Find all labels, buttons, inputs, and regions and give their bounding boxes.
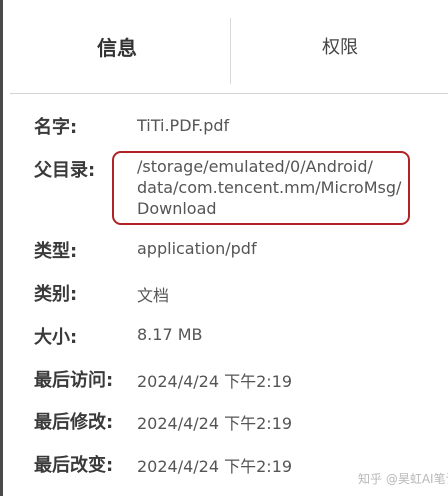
last-modified-value: 2024/4/24 下午2:19 xyxy=(137,414,293,433)
category-label: 类别: xyxy=(34,284,78,305)
tab-divider xyxy=(230,18,231,84)
path-highlight-annotation xyxy=(112,151,410,225)
last-accessed-value: 2024/4/24 下午2:19 xyxy=(137,372,293,391)
watermark-text: 知乎 @昊虹AI笔记 xyxy=(358,472,448,486)
tab-bar: 信息 权限 xyxy=(3,0,448,92)
tab-info[interactable]: 信息 xyxy=(3,0,231,92)
type-value: application/pdf xyxy=(137,239,257,258)
watermark: 知乎 @昊虹AI笔记 xyxy=(358,470,448,487)
last-accessed-label: 最后访问: xyxy=(34,370,114,391)
last-changed-value: 2024/4/24 下午2:19 xyxy=(137,457,293,476)
category-value: 文档 xyxy=(137,286,170,305)
size-label: 大小: xyxy=(34,327,78,348)
header-divider xyxy=(10,93,448,94)
last-changed-label: 最后改变: xyxy=(34,455,114,476)
type-label: 类型: xyxy=(34,241,78,262)
tab-permissions[interactable]: 权限 xyxy=(232,0,448,92)
name-value: TiTi.PDF.pdf xyxy=(137,116,230,135)
name-label: 名字: xyxy=(34,117,78,138)
last-modified-label: 最后修改: xyxy=(34,412,114,433)
size-value: 8.17 MB xyxy=(137,325,203,344)
file-properties-dialog: 信息 权限 名字: TiTi.PDF.pdf 父目录: /storage/emu… xyxy=(0,0,448,496)
parent-directory-label: 父目录: xyxy=(34,160,96,181)
